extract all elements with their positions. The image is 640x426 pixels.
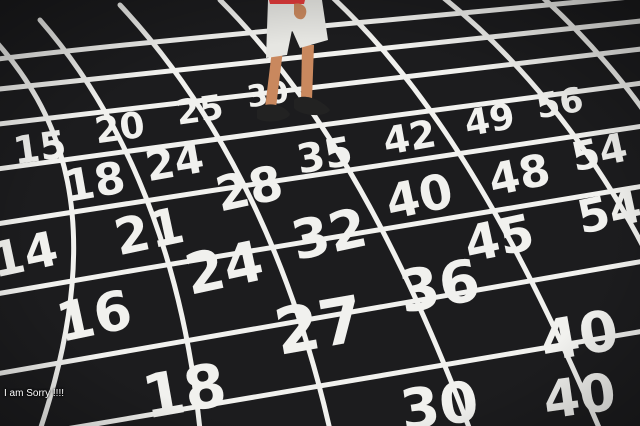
caption-text: I am Sorry !!!! (4, 388, 65, 399)
photo-scene: 1520253018243542495614212840485416243245… (0, 0, 640, 426)
vignette-overlay (0, 0, 640, 426)
chalk-grid-photo: 1520253018243542495614212840485416243245… (0, 0, 640, 426)
